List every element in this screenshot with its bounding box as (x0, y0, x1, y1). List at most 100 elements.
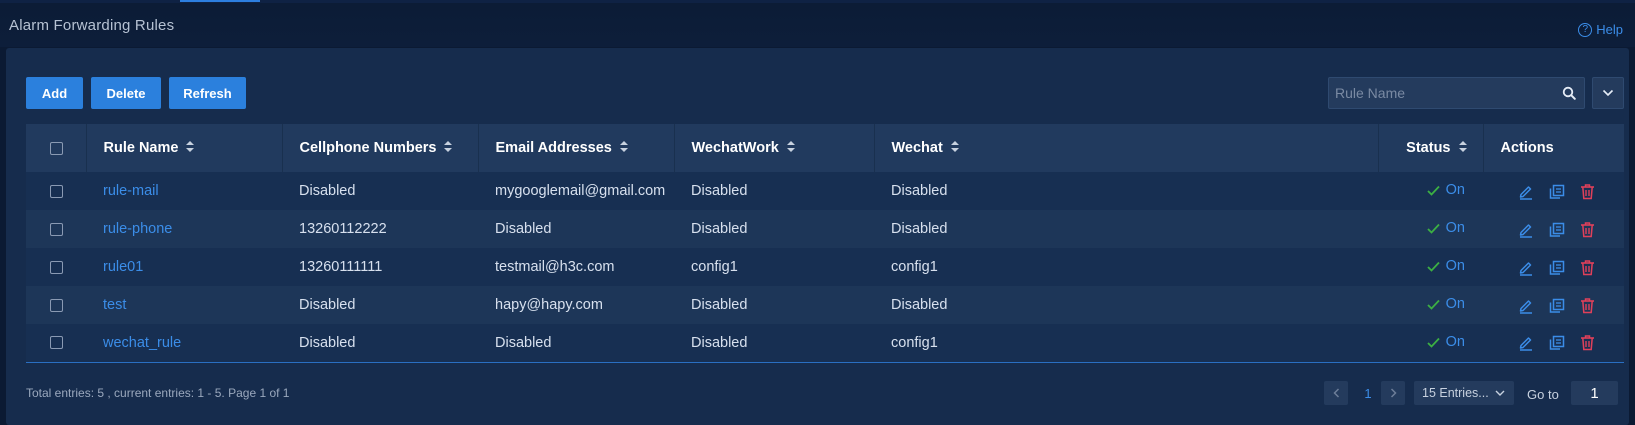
check-icon (1427, 337, 1440, 348)
column-header-cellphone[interactable]: Cellphone Numbers (282, 124, 479, 172)
actions-cell (1483, 248, 1624, 286)
column-header-email[interactable]: Email Addresses (478, 124, 675, 172)
table-row: rule01 13260111111 testmail@h3c.com conf… (26, 248, 1624, 286)
status-label: On (1445, 296, 1465, 313)
edit-icon[interactable] (1517, 297, 1534, 314)
row-checkbox[interactable] (50, 260, 63, 274)
table-row: wechat_rule Disabled Disabled Disabled c… (26, 324, 1624, 362)
edit-icon[interactable] (1517, 259, 1534, 276)
trash-icon[interactable] (1579, 221, 1596, 238)
table-row: rule-phone 13260112222 Disabled Disabled… (26, 210, 1624, 248)
goto-label: Go to (1527, 387, 1559, 402)
copy-icon[interactable] (1548, 221, 1565, 238)
sort-icon (186, 140, 195, 156)
advanced-search-toggle[interactable] (1592, 77, 1624, 109)
help-link[interactable]: ? Help (1578, 22, 1623, 37)
wechatwork-cell: Disabled (691, 221, 748, 237)
row-select-cell (26, 210, 86, 248)
wechat-cell: config1 (891, 334, 938, 351)
sort-icon (619, 140, 628, 156)
email-cell: testmail@h3c.com (495, 259, 615, 275)
wechat-cell: Disabled (891, 297, 948, 313)
select-all-checkbox[interactable] (50, 141, 63, 155)
row-checkbox[interactable] (50, 336, 63, 350)
page-size-select[interactable]: 15 Entries... (1414, 381, 1514, 405)
rule-name-link[interactable]: test (103, 297, 126, 313)
email-cell: mygooglemail@gmail.com (495, 183, 666, 199)
wechat-cell: config1 (891, 259, 938, 275)
actions-cell (1483, 172, 1624, 210)
column-header-wechat[interactable]: Wechat (874, 124, 1379, 172)
trash-icon[interactable] (1579, 334, 1596, 351)
status-indicator: On (1427, 258, 1465, 274)
rule-name-cell: wechat_rule (86, 324, 282, 362)
rule-name-link[interactable]: wechat_rule (103, 335, 181, 351)
status-label: On (1445, 182, 1465, 199)
check-icon (1427, 299, 1440, 310)
search-icon[interactable] (1554, 78, 1584, 108)
row-select-cell (26, 324, 86, 362)
help-circle-icon: ? (1578, 22, 1593, 37)
rule-name-link[interactable]: rule-phone (103, 221, 172, 237)
status-cell: On (1378, 210, 1483, 248)
goto-page-input[interactable] (1571, 381, 1618, 405)
edit-icon[interactable] (1517, 183, 1534, 200)
rule-name-link[interactable]: rule-mail (103, 183, 159, 199)
search-input[interactable] (1329, 78, 1554, 108)
cellphone-cell: Disabled (299, 334, 356, 351)
copy-icon[interactable] (1548, 183, 1565, 200)
prev-page-button[interactable] (1324, 381, 1348, 405)
chevron-down-icon (1602, 89, 1614, 97)
column-header-rule-name[interactable]: Rule Name (86, 124, 283, 172)
cellphone-cell: Disabled (299, 297, 356, 313)
table-row: rule-mail Disabled mygooglemail@gmail.co… (26, 172, 1624, 210)
check-icon (1427, 185, 1440, 196)
row-checkbox[interactable] (50, 184, 63, 198)
status-label: On (1445, 334, 1465, 350)
check-icon (1427, 223, 1440, 234)
page-size-value: 15 Entries... (1422, 386, 1489, 400)
status-indicator: On (1427, 334, 1465, 350)
column-header-status[interactable]: Status (1378, 124, 1484, 172)
column-header-wechatwork[interactable]: WechatWork (674, 124, 875, 172)
page-number-1[interactable]: 1 (1356, 381, 1380, 405)
rule-name-cell: test (86, 286, 282, 324)
table-row: test Disabled hapy@hapy.com Disabled Dis… (26, 286, 1624, 324)
row-checkbox[interactable] (50, 298, 63, 312)
cellphone-cell: 13260111111 (299, 259, 383, 275)
row-select-cell (26, 172, 86, 210)
copy-icon[interactable] (1548, 259, 1565, 276)
wechatwork-cell: Disabled (691, 334, 748, 351)
rule-name-link[interactable]: rule01 (103, 259, 143, 275)
search-box (1328, 77, 1585, 109)
check-icon (1427, 261, 1440, 272)
trash-icon[interactable] (1579, 183, 1596, 200)
email-cell: hapy@hapy.com (495, 297, 603, 313)
trash-icon[interactable] (1579, 297, 1596, 314)
status-cell: On (1378, 324, 1483, 362)
status-label: On (1445, 220, 1465, 237)
edit-icon[interactable] (1517, 334, 1534, 351)
actions-cell (1483, 324, 1624, 362)
copy-icon[interactable] (1548, 297, 1565, 314)
next-page-button[interactable] (1381, 381, 1405, 405)
rules-table: Rule Name Cellphone Numbers Email Addres… (26, 124, 1624, 363)
row-select-cell (26, 286, 86, 324)
row-checkbox[interactable] (50, 222, 63, 236)
status-indicator: On (1427, 220, 1465, 236)
refresh-button[interactable]: Refresh (169, 77, 246, 109)
status-cell: On (1378, 248, 1483, 286)
edit-icon[interactable] (1517, 221, 1534, 238)
wechat-cell: Disabled (891, 221, 948, 237)
select-all-cell (26, 124, 87, 172)
add-button[interactable]: Add (26, 77, 83, 109)
chevron-right-icon (1390, 388, 1397, 398)
delete-button[interactable]: Delete (91, 77, 161, 109)
trash-icon[interactable] (1579, 259, 1596, 276)
row-select-cell (26, 248, 86, 286)
wechatwork-cell: Disabled (691, 183, 748, 199)
cellphone-cell: Disabled (299, 183, 356, 199)
copy-icon[interactable] (1548, 334, 1565, 351)
column-header-actions: Actions (1500, 140, 1554, 156)
email-cell: Disabled (495, 334, 552, 351)
